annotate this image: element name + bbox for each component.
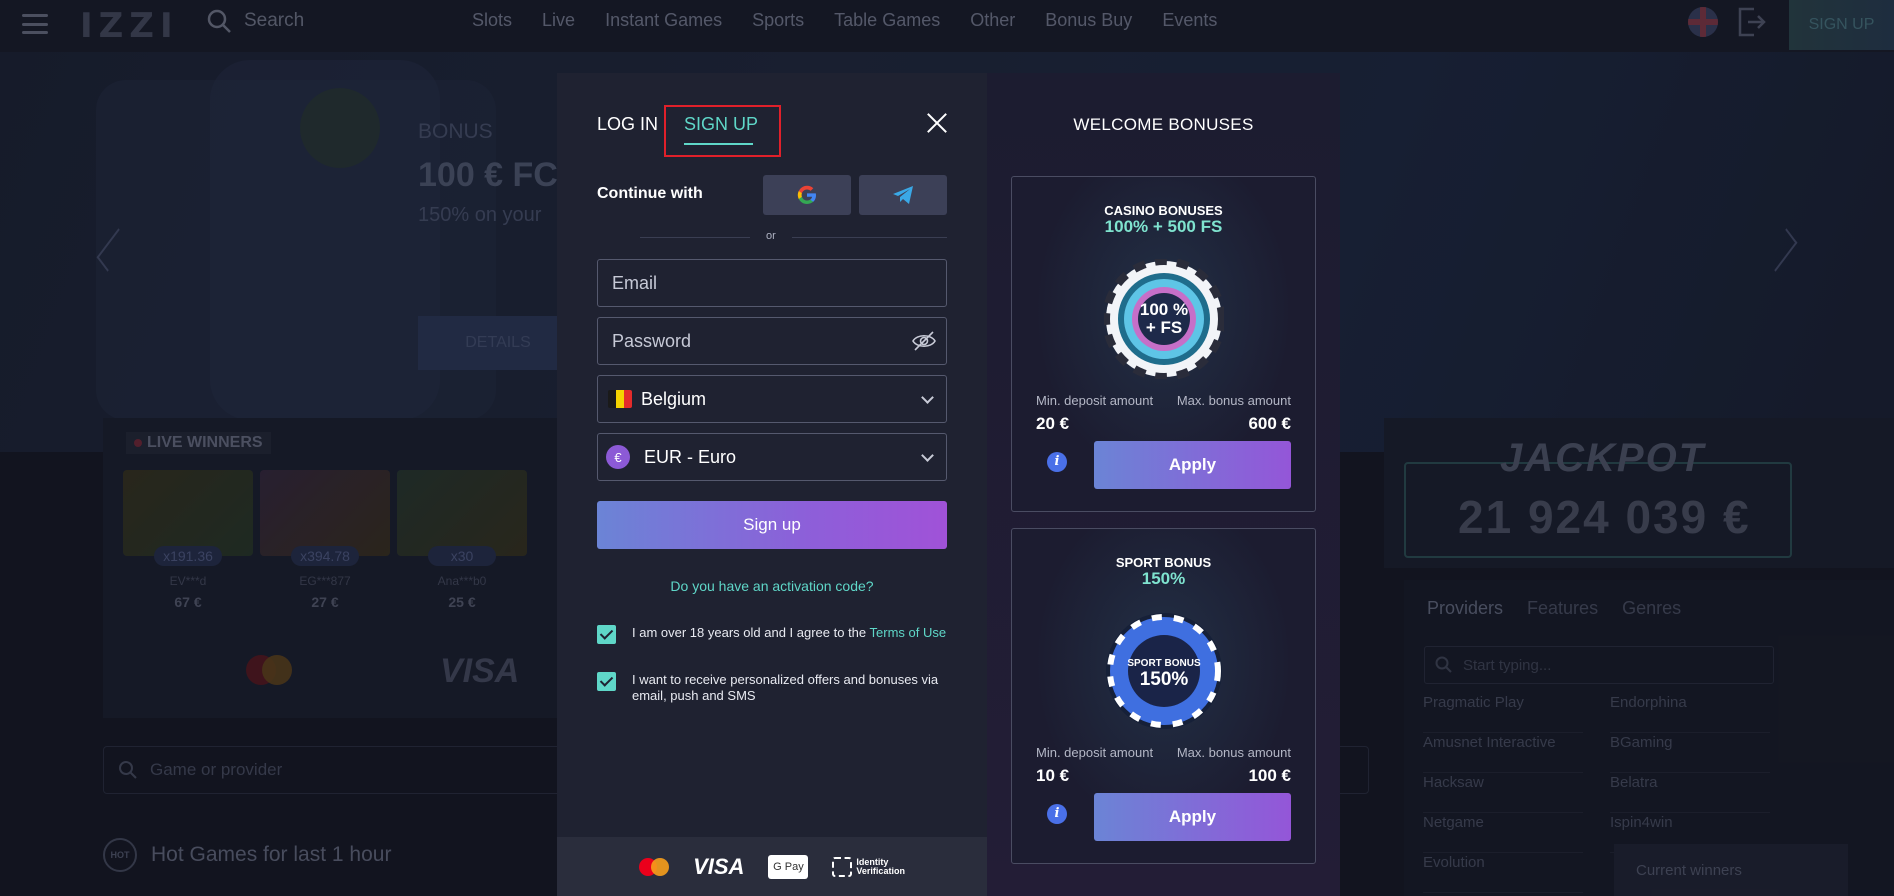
continue-with-label: Continue with: [597, 185, 703, 202]
max-bonus-label: Max. bonus amount: [1176, 745, 1291, 760]
apply-casino-bonus-button[interactable]: Apply: [1094, 441, 1291, 489]
currency-select[interactable]: € EUR - Euro: [597, 433, 947, 481]
sport-bonus-card: SPORT BONUS 150% SPORT BONUS 150% Min. d…: [1011, 528, 1316, 864]
terms-of-use-link[interactable]: Terms of Use: [870, 625, 947, 640]
max-bonus-label: Max. bonus amount: [1176, 393, 1291, 408]
or-label: or: [766, 230, 776, 242]
max-bonus-value: 600 €: [1248, 414, 1291, 433]
identity-verification-logo: Identity Verification: [832, 856, 905, 877]
min-deposit-value: 20 €: [1036, 414, 1070, 433]
close-icon[interactable]: [926, 112, 948, 134]
bonus-card-title: SPORT BONUS: [1115, 555, 1212, 570]
belgium-flag-icon: [608, 390, 632, 408]
chip-text: 150%: [1140, 669, 1189, 690]
bonus-card-title: CASINO BONUSES: [1104, 203, 1223, 218]
bonus-card-subtitle: 150%: [1141, 569, 1186, 588]
activation-code-link[interactable]: Do you have an activation code?: [597, 578, 947, 594]
telegram-login-button[interactable]: [859, 175, 947, 215]
divider: [640, 237, 750, 238]
sign-up-button[interactable]: Sign up: [597, 501, 947, 549]
password-field[interactable]: [597, 317, 947, 365]
terms-consent-text: I am over 18 years old and I agree to th…: [632, 625, 947, 640]
info-icon[interactable]: i: [1047, 452, 1067, 472]
offers-consent-text: I want to receive personalized offers an…: [632, 672, 939, 703]
apply-sport-bonus-button[interactable]: Apply: [1094, 793, 1291, 841]
chip-text: 100 %: [1140, 300, 1188, 319]
casino-bonus-card: CASINO BONUSES 100% + 500 FS 100 % + FS …: [1011, 176, 1316, 512]
google-pay-logo: G Pay: [768, 854, 809, 879]
visa-logo: VISA: [693, 853, 745, 879]
casino-chip-icon: 100 % + FS: [1104, 259, 1224, 379]
mastercard-logo: [639, 857, 670, 876]
eye-off-icon[interactable]: [911, 330, 937, 352]
bonus-card-subtitle: 100% + 500 FS: [1104, 217, 1223, 236]
min-deposit-value: 10 €: [1036, 766, 1070, 785]
max-bonus-value: 100 €: [1248, 766, 1291, 785]
chip-text: SPORT BONUS: [1127, 658, 1201, 669]
offers-checkbox[interactable]: [597, 672, 616, 691]
euro-icon: €: [606, 445, 630, 469]
telegram-icon: [893, 186, 913, 204]
terms-checkbox[interactable]: [597, 625, 616, 644]
info-icon[interactable]: i: [1047, 804, 1067, 824]
sport-chip-icon: SPORT BONUS 150%: [1106, 613, 1222, 729]
email-field[interactable]: [597, 259, 947, 307]
payment-footer: VISA G Pay Identity Verification: [557, 837, 987, 896]
country-value: Belgium: [641, 388, 707, 409]
welcome-bonuses-title: WELCOME BONUSES: [1073, 115, 1254, 134]
tab-highlight-box: [664, 105, 781, 157]
chevron-down-icon: [921, 391, 934, 404]
scan-icon: [832, 856, 853, 877]
google-login-button[interactable]: [763, 175, 851, 215]
divider: [792, 237, 947, 238]
tab-login[interactable]: LOG IN: [597, 114, 658, 135]
currency-value: EUR - Euro: [644, 446, 737, 467]
chevron-down-icon: [921, 449, 934, 462]
google-icon: [797, 185, 816, 204]
min-deposit-label: Min. deposit amount: [1036, 745, 1154, 760]
min-deposit-label: Min. deposit amount: [1036, 393, 1154, 408]
chip-text: + FS: [1146, 318, 1182, 337]
country-select[interactable]: Belgium: [597, 375, 947, 423]
